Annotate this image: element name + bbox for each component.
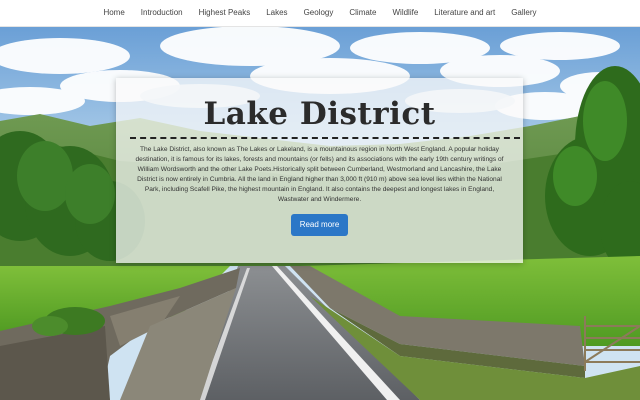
nav-item-highest-peaks[interactable]: Highest Peaks <box>191 0 259 26</box>
title-divider <box>130 137 520 139</box>
intro-description: The Lake District, also known as The Lak… <box>135 146 504 203</box>
nav-item-geology[interactable]: Geology <box>296 0 342 26</box>
nav-item-climate[interactable]: Climate <box>341 0 384 26</box>
page: Home Introduction Highest Peaks Lakes Ge… <box>0 0 640 400</box>
nav-item-introduction[interactable]: Introduction <box>133 0 191 26</box>
nav-menu: Home Introduction Highest Peaks Lakes Ge… <box>95 0 544 26</box>
nav-item-gallery[interactable]: Gallery <box>503 0 544 26</box>
top-navbar: Home Introduction Highest Peaks Lakes Ge… <box>0 0 640 27</box>
nav-item-home[interactable]: Home <box>95 0 132 26</box>
nav-item-lakes[interactable]: Lakes <box>258 0 295 26</box>
nav-item-literature-and-art[interactable]: Literature and art <box>426 0 503 26</box>
read-more-button[interactable]: Read more <box>290 214 349 236</box>
nav-item-wildlife[interactable]: Wildlife <box>384 0 426 26</box>
intro-card: Lake District The Lake District, also kn… <box>116 78 523 263</box>
page-title: Lake District <box>203 96 436 132</box>
